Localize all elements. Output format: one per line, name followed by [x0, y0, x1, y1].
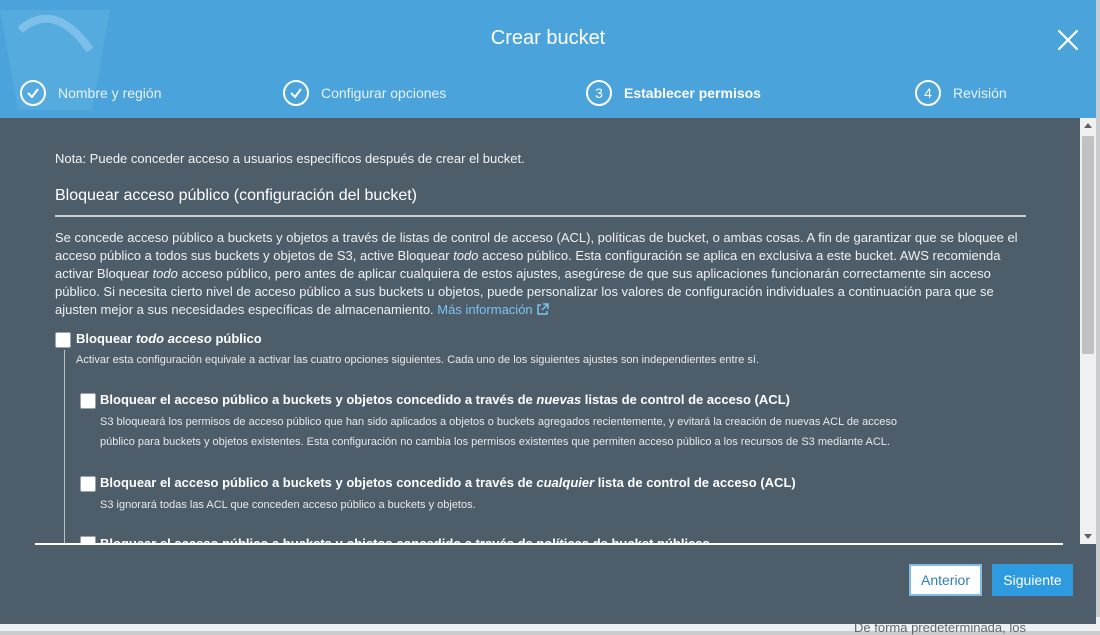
check-icon: [20, 80, 46, 106]
close-icon[interactable]: [1054, 26, 1082, 54]
note-text: Nota: Puede conceder acceso a usuarios e…: [55, 151, 525, 166]
step-label: Revisión: [953, 85, 1007, 101]
modal-title: Crear bucket: [490, 27, 606, 49]
modal-header: Crear bucket Nombre y región Configurar …: [0, 0, 1096, 118]
description-text: Se concede acceso público a buckets y ob…: [55, 230, 1018, 317]
footer-divider: [35, 543, 1063, 545]
step-configurar-opciones[interactable]: Configurar opciones: [283, 80, 446, 106]
block-any-acl-help: S3 ignorará todas las ACL que conceden a…: [100, 499, 476, 511]
step-number: 3: [586, 80, 612, 106]
section-divider: [55, 215, 1026, 217]
step-nombre-region[interactable]: Nombre y región: [20, 80, 162, 106]
more-info-link[interactable]: Más información: [437, 302, 549, 317]
block-any-acl-label[interactable]: Bloquear el acceso público a buckets y o…: [100, 475, 796, 490]
block-all-help: Activar esta configuración equivale a ac…: [76, 354, 760, 366]
scrollbar[interactable]: [1080, 118, 1096, 544]
external-link-icon: [536, 303, 549, 315]
step-establecer-permisos[interactable]: 3 Establecer permisos: [586, 80, 761, 106]
check-icon: [283, 80, 309, 106]
next-button[interactable]: Siguiente: [992, 564, 1073, 596]
permissions-content: Nota: Puede conceder acceso a usuarios e…: [0, 118, 1080, 544]
block-new-acl-label[interactable]: Bloquear el acceso público a buckets y o…: [100, 392, 790, 407]
step-label: Nombre y región: [58, 85, 162, 101]
step-label: Establecer permisos: [624, 85, 761, 101]
tree-connector: [64, 350, 65, 544]
scroll-down-icon[interactable]: [1084, 534, 1092, 539]
block-new-acl-help-2: público para buckets y objetos existente…: [100, 436, 890, 448]
scrollbar-thumb[interactable]: [1082, 136, 1094, 354]
create-bucket-modal: Crear bucket Nombre y región Configurar …: [0, 0, 1096, 624]
step-revision[interactable]: 4 Revisión: [915, 80, 1007, 106]
previous-button[interactable]: Anterior: [909, 564, 982, 596]
block-all-checkbox[interactable]: [55, 332, 71, 348]
block-new-acl-checkbox[interactable]: [80, 393, 96, 409]
scroll-up-icon[interactable]: [1084, 123, 1092, 128]
step-number: 4: [915, 80, 941, 106]
step-label: Configurar opciones: [321, 85, 447, 101]
section-title: Bloquear acceso público (configuración d…: [55, 187, 417, 204]
block-all-label[interactable]: Bloquear todo acceso público: [76, 331, 262, 346]
block-new-acl-help-1: S3 bloqueará los permisos de acceso públ…: [100, 416, 897, 428]
block-any-acl-checkbox[interactable]: [80, 476, 96, 492]
